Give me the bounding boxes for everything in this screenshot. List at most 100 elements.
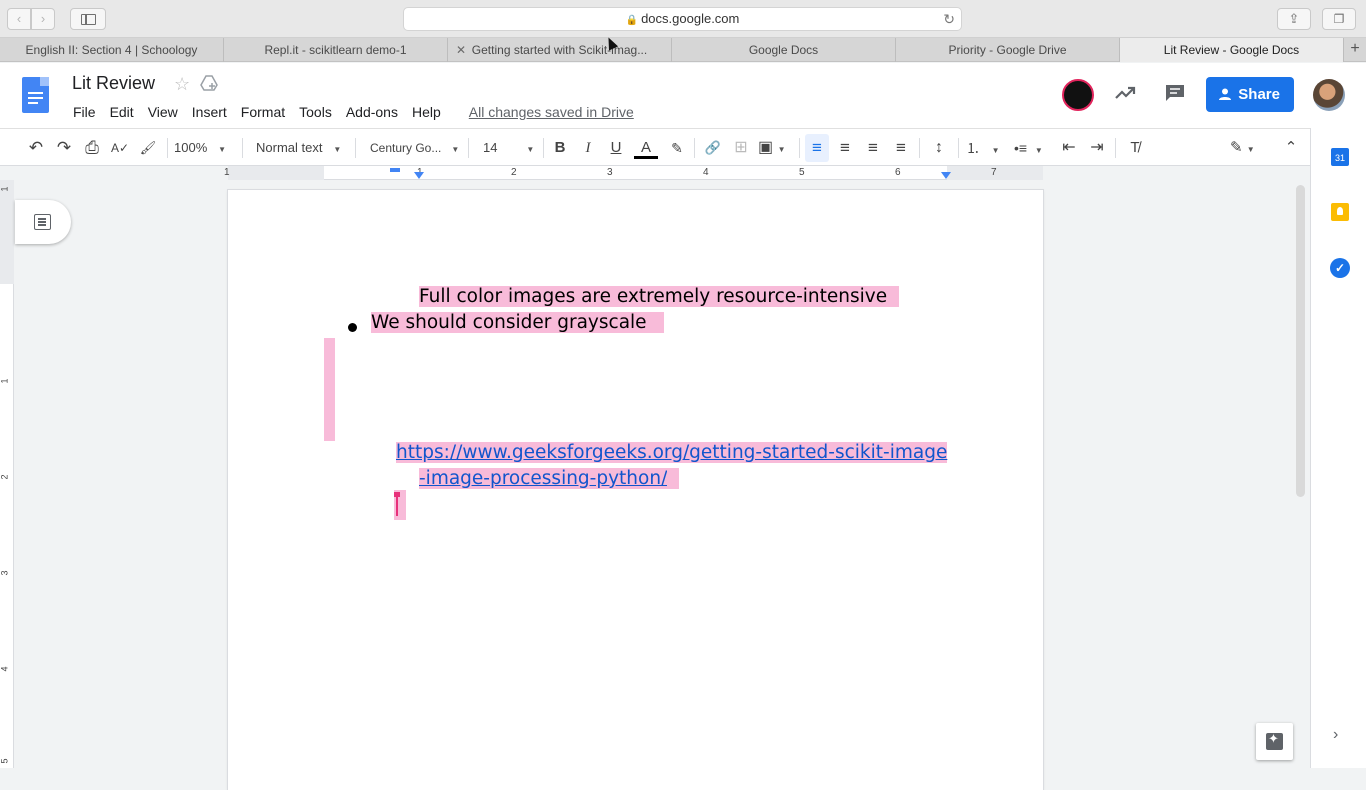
tab-priority-drive[interactable]: Priority - Google Drive (896, 38, 1120, 62)
paint-format-icon[interactable]: 🖌 (137, 129, 159, 167)
insert-image-icon[interactable]: ▣ ▼ (758, 129, 792, 167)
tab-overview-icon[interactable]: ❐ (1322, 8, 1356, 30)
sidebar-toggle-button[interactable] (70, 8, 106, 30)
tab-scikit-image[interactable]: ✕ Getting started with Scikit-imag... (448, 38, 672, 62)
share-button[interactable]: Share (1206, 77, 1294, 112)
underline-button[interactable]: U (606, 129, 626, 167)
vertical-scrollbar[interactable] (1296, 185, 1305, 497)
save-status-link[interactable]: All changes saved in Drive (462, 102, 641, 122)
numbered-list-icon[interactable]: ⒈ ▼ (966, 129, 1008, 167)
ruler-number: 4 (703, 167, 709, 178)
menu-file[interactable]: File (66, 102, 103, 122)
tab-google-docs[interactable]: Google Docs (672, 38, 896, 62)
zoom-select[interactable]: 100% ▼ (174, 129, 236, 167)
expand-panel-icon[interactable]: › (1333, 726, 1338, 744)
menu-addons[interactable]: Add-ons (339, 102, 405, 122)
clear-formatting-icon[interactable]: T̸ (1124, 129, 1146, 167)
paragraph-style-select[interactable]: Normal text ▼ (256, 129, 346, 167)
explore-button[interactable] (1256, 723, 1293, 760)
right-indent-handle[interactable] (941, 172, 951, 179)
tab-label: Repl.it - scikitlearn demo-1 (264, 43, 407, 57)
menu-help[interactable]: Help (405, 102, 448, 122)
tab-replit[interactable]: Repl.it - scikitlearn demo-1 (224, 38, 448, 62)
move-to-folder-icon[interactable] (200, 74, 218, 92)
document-page[interactable]: Full color images are extremely resource… (228, 190, 1043, 790)
bulleted-list-icon[interactable]: •≡ ▼ (1014, 129, 1056, 167)
person-add-icon (1219, 88, 1231, 100)
document-outline-button[interactable] (15, 200, 71, 244)
tab-lit-review[interactable]: Lit Review - Google Docs (1120, 38, 1344, 62)
share-button-label: Share (1238, 86, 1280, 103)
collaborator-cursor-flag (394, 492, 400, 497)
hyperlink[interactable]: https://www.geeksforgeeks.org/getting-st… (396, 442, 948, 463)
horizontal-ruler[interactable]: 1 1 2 3 4 5 6 7 (0, 166, 1310, 180)
explore-icon (1266, 731, 1283, 750)
activity-dashboard-icon[interactable] (1113, 81, 1137, 105)
print-icon[interactable]: ⎙ (81, 129, 103, 167)
keep-icon[interactable] (1331, 203, 1349, 221)
font-family-select[interactable]: Century Go... ▼ (370, 129, 460, 167)
menu-edit[interactable]: Edit (103, 102, 141, 122)
spellcheck-icon[interactable]: A✓ (109, 129, 131, 167)
chevron-down-icon: ▼ (1246, 145, 1255, 154)
menu-tools[interactable]: Tools (292, 102, 339, 122)
calendar-icon[interactable]: 31 (1331, 148, 1349, 166)
editing-mode-icon[interactable]: ✎ ▼ (1230, 129, 1266, 167)
toolbar-divider (355, 138, 356, 158)
insert-link-icon[interactable]: 🔗 (702, 129, 724, 167)
bold-button[interactable]: B (550, 129, 570, 167)
address-bar[interactable]: 🔒 docs.google.com ↻ (403, 7, 962, 31)
back-button[interactable]: ‹ (7, 8, 31, 30)
line-spacing-icon[interactable]: ↕ (928, 129, 950, 167)
ruler-number: 5 (799, 167, 805, 178)
link-line-1[interactable]: https://www.geeksforgeeks.org/getting-st… (396, 440, 948, 466)
align-left-icon[interactable]: ≡ (805, 134, 829, 162)
highlight-color-icon[interactable]: ✎ (666, 129, 688, 167)
italic-button[interactable]: I (578, 129, 598, 167)
new-tab-button[interactable]: + (1344, 38, 1366, 62)
redo-icon[interactable]: ↷ (53, 129, 75, 167)
ruler-number: 1 (224, 167, 230, 178)
comment-history-icon[interactable] (1164, 83, 1186, 103)
left-indent-handle[interactable] (414, 172, 424, 179)
tasks-icon[interactable]: ✓ (1330, 258, 1350, 278)
paragraph-text[interactable]: Full color images are extremely resource… (419, 284, 899, 310)
docs-logo-icon[interactable] (22, 77, 49, 113)
collapse-menus-icon[interactable]: ⌃ (1280, 129, 1302, 167)
tab-schoology[interactable]: English II: Section 4 | Schoology (0, 38, 224, 62)
menu-format[interactable]: Format (234, 102, 292, 122)
docs-header: Lit Review ☆ File Edit View Insert Forma… (0, 63, 1366, 128)
text-color-button[interactable]: A (634, 129, 658, 167)
vertical-ruler[interactable]: 1 1 2 3 4 5 (0, 180, 14, 768)
image-glyph: ▣ (758, 139, 774, 156)
url-text: docs.google.com (641, 11, 740, 26)
link-line-2[interactable]: -image-processing-python/ (419, 466, 680, 492)
undo-icon[interactable]: ↶ (25, 129, 47, 167)
decrease-indent-icon[interactable]: ⇤ (1058, 129, 1080, 167)
side-panel: 31 ✓ › (1310, 128, 1366, 768)
formatting-toolbar: ↶ ↷ ⎙ A✓ 🖌 100% ▼ Normal text ▼ Century … (0, 128, 1310, 166)
document-title[interactable]: Lit Review (72, 73, 155, 94)
numbered-list-glyph: ⒈ (966, 140, 980, 156)
share-icon[interactable]: ⇪ (1277, 8, 1311, 30)
collaborator-avatar[interactable] (1062, 79, 1094, 111)
bullet-item-text[interactable]: We should consider grayscale (371, 310, 665, 336)
chevron-down-icon: ▼ (333, 145, 342, 154)
star-icon[interactable]: ☆ (174, 74, 190, 95)
menu-view[interactable]: View (141, 102, 185, 122)
align-right-icon[interactable]: ≡ (862, 129, 884, 167)
justify-icon[interactable]: ≡ (890, 129, 912, 167)
add-comment-icon[interactable]: ⊞ (730, 129, 752, 167)
increase-indent-icon[interactable]: ⇥ (1086, 129, 1108, 167)
chevron-down-icon: ▼ (991, 146, 1000, 155)
reload-icon[interactable]: ↻ (943, 8, 955, 30)
ruler-track (228, 166, 1043, 180)
first-line-indent-handle[interactable] (390, 168, 400, 172)
account-avatar[interactable] (1313, 79, 1345, 111)
close-icon[interactable]: ✕ (456, 38, 466, 62)
align-center-icon[interactable]: ≡ (834, 129, 856, 167)
hyperlink[interactable]: -image-processing-python/ (419, 468, 668, 489)
font-size-select[interactable]: 14 ▼ (483, 129, 535, 167)
menu-insert[interactable]: Insert (185, 102, 234, 122)
forward-button[interactable]: › (31, 8, 55, 30)
